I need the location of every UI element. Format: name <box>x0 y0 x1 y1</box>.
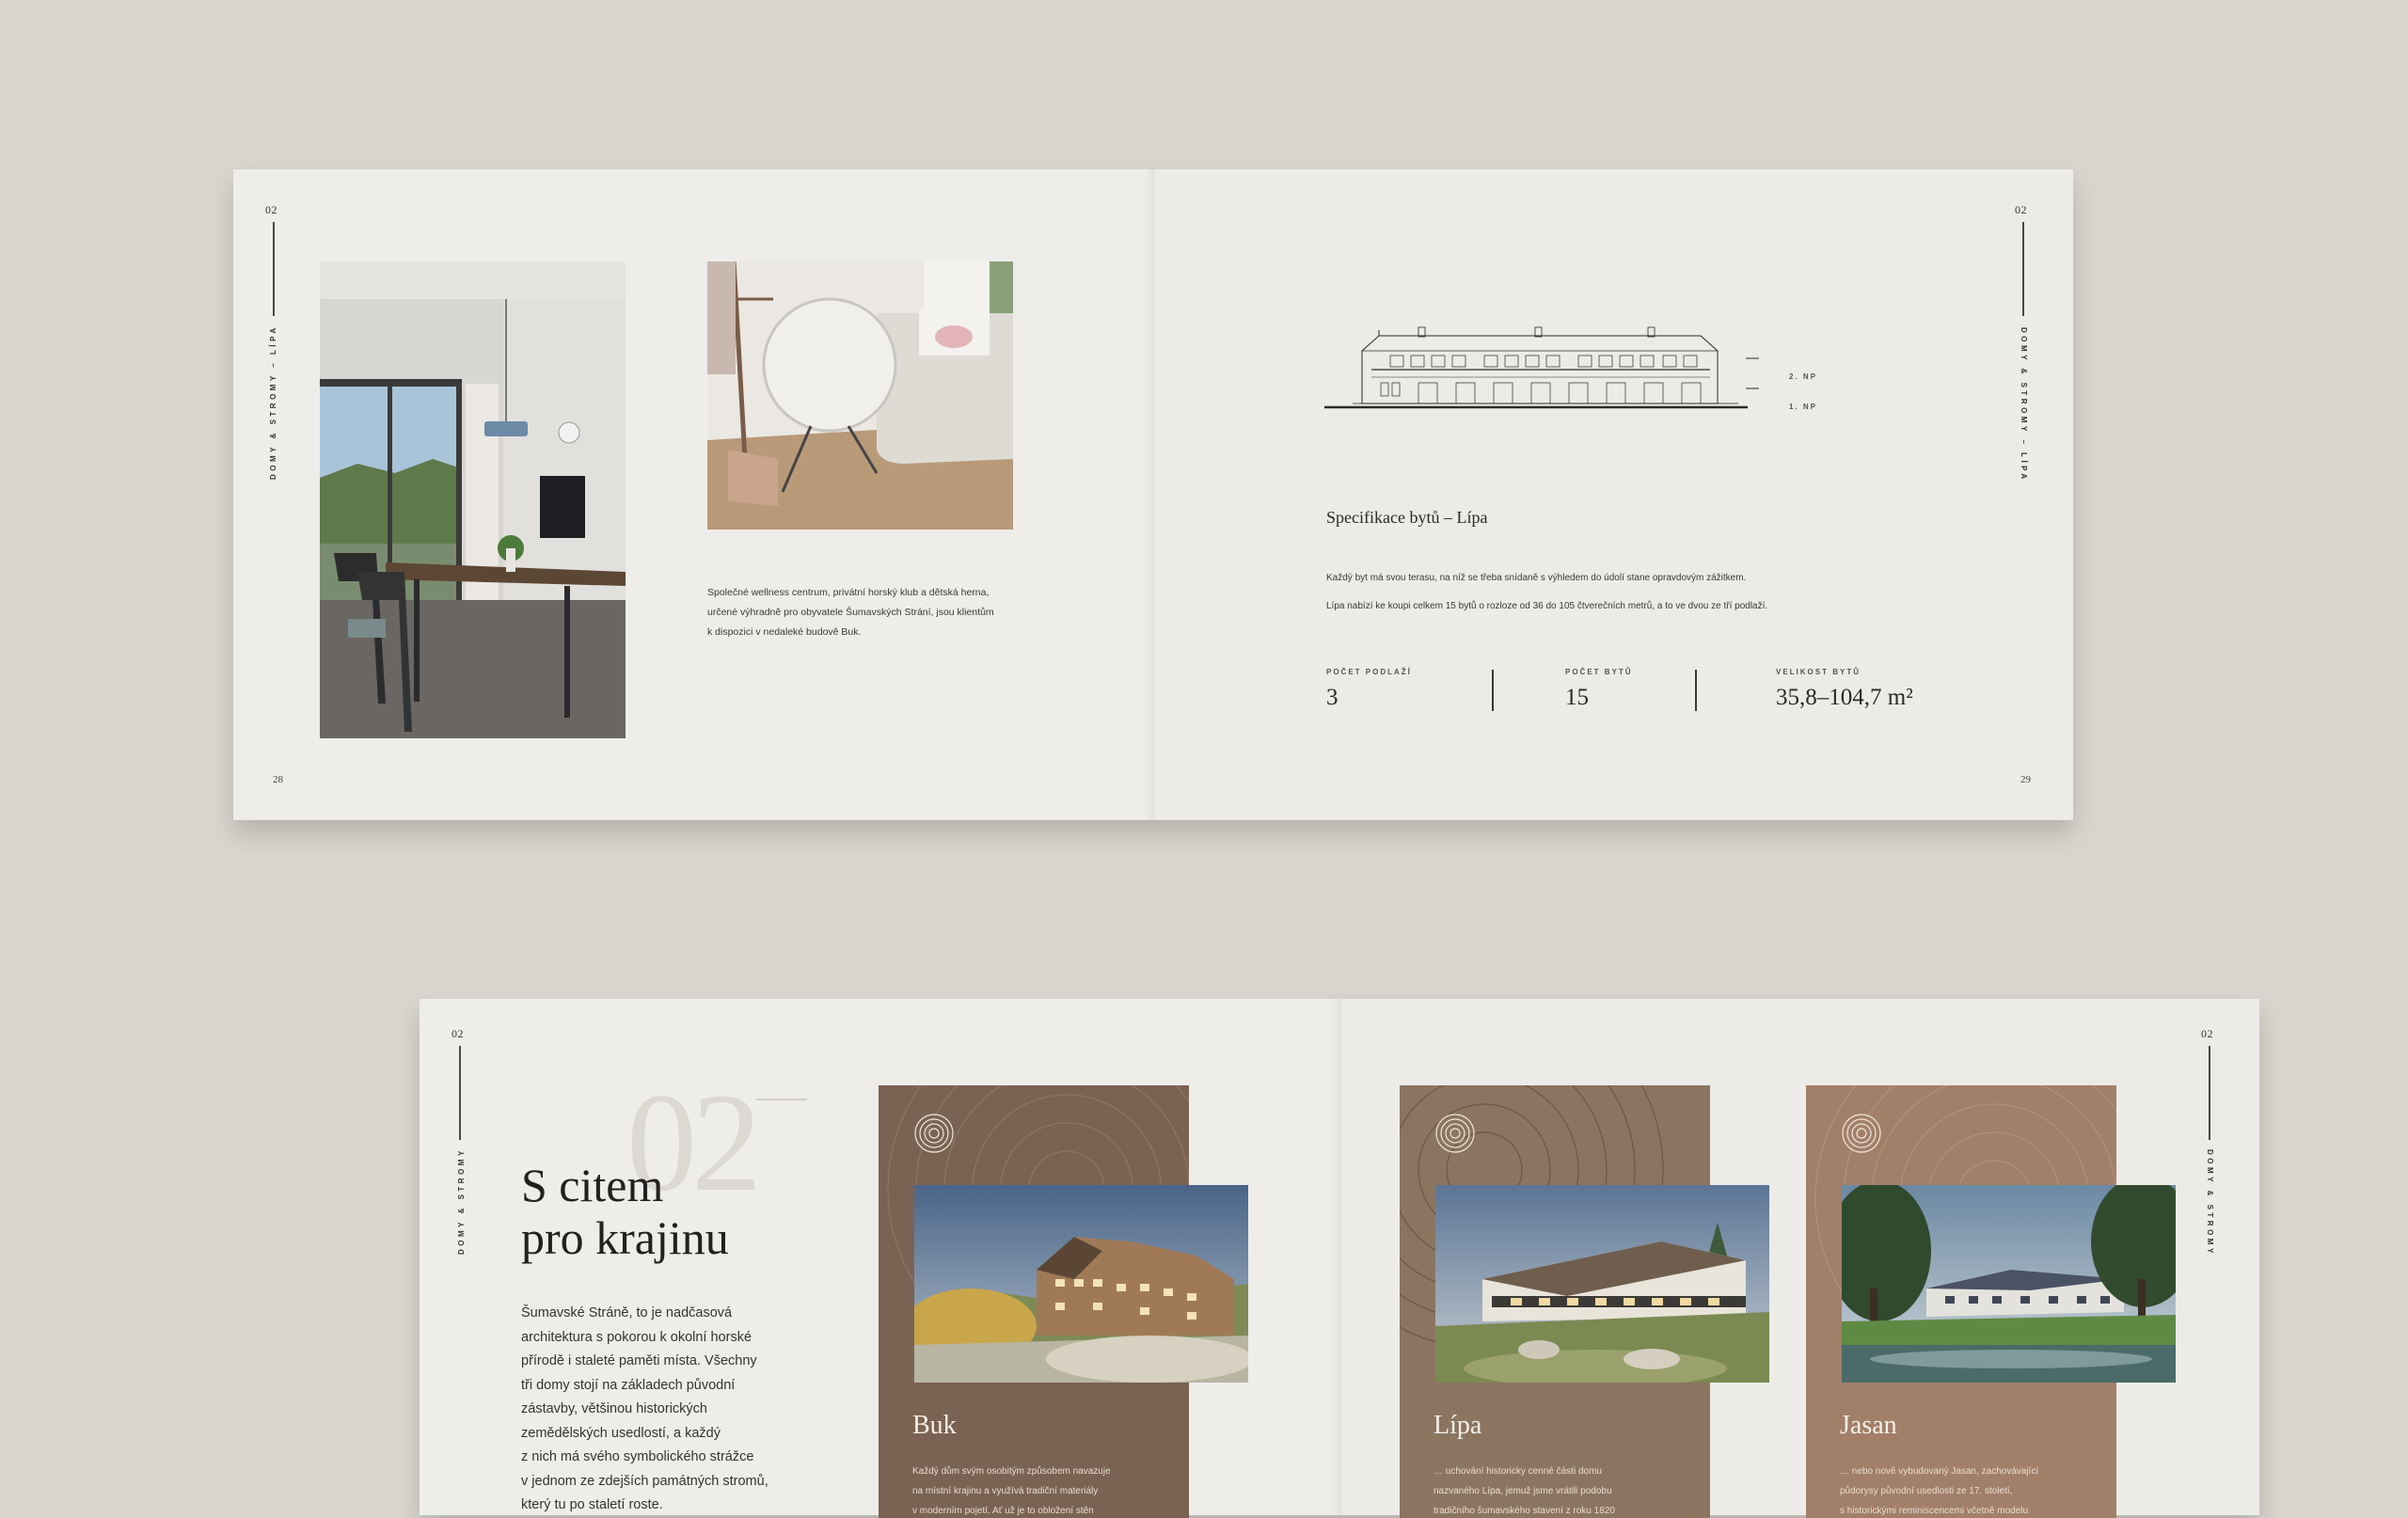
page-28: 02 DOMY & STROMY – LÍPA Společné wellnes… <box>233 169 1155 820</box>
paragraph-line: architektura s pokorou k okolní horské <box>521 1329 752 1345</box>
card-text: … uchování historicky cenné části domu n… <box>1434 1462 1706 1518</box>
heading-line: pro krajinu <box>521 1211 729 1264</box>
card-text-line: v moderním pojetí. Ať už je to obložení … <box>912 1506 1094 1516</box>
card-text-line: na místní krajinu a využívá tradiční mat… <box>912 1486 1099 1496</box>
chapter-opener-page: 02 DOMY & STROMY 02 S citem pro krajinu … <box>420 999 1341 1518</box>
paragraph-line: k dispozici v nedaleké budově Buk. <box>707 626 862 638</box>
houses-page: Lípa … uchování historicky cenné části d… <box>1341 999 2259 1518</box>
running-head-rule <box>459 1046 461 1140</box>
buk-illustration <box>914 1185 1248 1383</box>
card-title: Buk <box>912 1411 957 1440</box>
dining-room-illustration <box>320 261 626 738</box>
card-title: Lípa <box>1434 1411 1482 1440</box>
paragraph-line: Lípa nabízí ke koupi celkem 15 bytů o ro… <box>1326 601 1768 611</box>
living-room-illustration <box>707 261 1013 530</box>
jasan-building-photo <box>1842 1185 2176 1383</box>
paragraph-line: zemědělských usedlostí, a každý <box>521 1425 721 1441</box>
dining-room-photo <box>320 261 626 738</box>
paragraph-line: Společné wellness centrum, privátní hors… <box>707 587 990 598</box>
card-text: Každý dům svým osobitým způsobem navazuj… <box>912 1462 1185 1518</box>
card-title: Jasan <box>1840 1411 1897 1440</box>
tree-ring-icon <box>914 1114 954 1153</box>
running-head: DOMY & STROMY – LÍPA <box>269 324 277 480</box>
card-text-line: tradičního šumavského stavení z roku 182… <box>1434 1506 1615 1516</box>
paragraph-line: Šumavské Stráně, to je nadčasová <box>521 1305 733 1320</box>
stat-value-units: 15 <box>1565 685 1589 710</box>
running-head: DOMY & STROMY <box>457 1147 466 1255</box>
floor-label-1np: 1. NP <box>1789 403 1818 411</box>
paragraph-line: v jednom ze zdejších památných stromů, <box>521 1473 768 1489</box>
running-head-rule <box>2022 222 2024 316</box>
chapter-number: 02 <box>2201 1027 2213 1040</box>
living-room-speaker-photo <box>707 261 1013 530</box>
heading-line: S citem <box>521 1159 664 1211</box>
stat-separator <box>1492 670 1494 711</box>
stat-value-size: 35,8–104,7 m² <box>1776 685 1913 710</box>
page-number: 29 <box>2020 774 2031 785</box>
tree-ring-icon <box>1435 1114 1475 1153</box>
spec-paragraph: Každý byt má svou terasu, na níž se třeb… <box>1326 564 1985 621</box>
buk-building-photo <box>914 1185 1248 1383</box>
card-text-line: půdorysy původní usedlosti ze 17. stolet… <box>1840 1486 2013 1496</box>
paragraph-line: z nich má svého symbolického strážce <box>521 1449 754 1464</box>
jasan-illustration <box>1842 1185 2176 1383</box>
card-text-line: s historickými reminiscencemi včetně mod… <box>1840 1506 2029 1516</box>
running-head: DOMY & STROMY – LÍPA <box>2020 327 2028 482</box>
card-text-line: Každý dům svým osobitým způsobem navazuj… <box>912 1466 1111 1477</box>
paragraph-line: tři domy stojí na základech původní <box>521 1377 736 1393</box>
chapter-number: 02 <box>2015 203 2027 216</box>
page-29: 2. NP 1. NP Specifikace bytů – Lípa Každ… <box>1155 169 2073 820</box>
spec-heading: Specifikace bytů – Lípa <box>1326 508 1488 527</box>
stat-label-size: VELIKOST BYTŮ <box>1776 668 1861 676</box>
paragraph-line: který tu po staletí roste. <box>521 1497 663 1512</box>
running-head: DOMY & STROMY <box>2206 1149 2214 1257</box>
stat-label-units: POČET BYTŮ <box>1565 668 1633 676</box>
floor-label-2np: 2. NP <box>1789 372 1818 381</box>
chapter-number: 02 <box>452 1027 464 1040</box>
amenities-paragraph: Společné wellness centrum, privátní hors… <box>707 583 1046 642</box>
top-spread: 02 DOMY & STROMY – LÍPA Společné wellnes… <box>233 169 2073 820</box>
stat-value-floors: 3 <box>1326 685 1339 710</box>
card-text-line: … uchování historicky cenné části domu <box>1434 1466 1602 1477</box>
elevation-svg <box>1324 326 1759 409</box>
intro-paragraph: Šumavské Stráně, to je nadčasová archite… <box>521 1302 822 1518</box>
numeral-rule <box>756 1099 807 1100</box>
chapter-heading: S citem pro krajinu <box>521 1159 729 1264</box>
card-text-line: … nebo nově vybudovaný Jasan, zachovávaj… <box>1840 1466 2039 1477</box>
stat-label-floors: POČET PODLAŽÍ <box>1326 668 1412 676</box>
tree-ring-icon <box>1842 1114 1881 1153</box>
paragraph-line: určené výhradně pro obyvatele Šumavských… <box>707 607 994 618</box>
lipa-building-photo <box>1435 1185 1769 1383</box>
card-text-line: nazvaného Lípa, jemuž jsme vrátili podob… <box>1434 1486 1612 1496</box>
paragraph-line: přírodě i staleté paměti místa. Všechny <box>521 1353 757 1368</box>
page-number: 28 <box>273 774 283 785</box>
stat-separator <box>1695 670 1697 711</box>
bottom-spread: 02 DOMY & STROMY 02 S citem pro krajinu … <box>420 999 2259 1518</box>
lipa-illustration <box>1435 1185 1769 1383</box>
building-elevation-drawing <box>1324 324 1766 419</box>
paragraph-line: zástavby, většinou historických <box>521 1401 707 1416</box>
chapter-number: 02 <box>265 203 277 216</box>
running-head-rule <box>273 222 275 316</box>
running-head-rule <box>2209 1046 2210 1140</box>
card-text: … nebo nově vybudovaný Jasan, zachovávaj… <box>1840 1462 2113 1518</box>
paragraph-line: Každý byt má svou terasu, na níž se třeb… <box>1326 573 1747 583</box>
